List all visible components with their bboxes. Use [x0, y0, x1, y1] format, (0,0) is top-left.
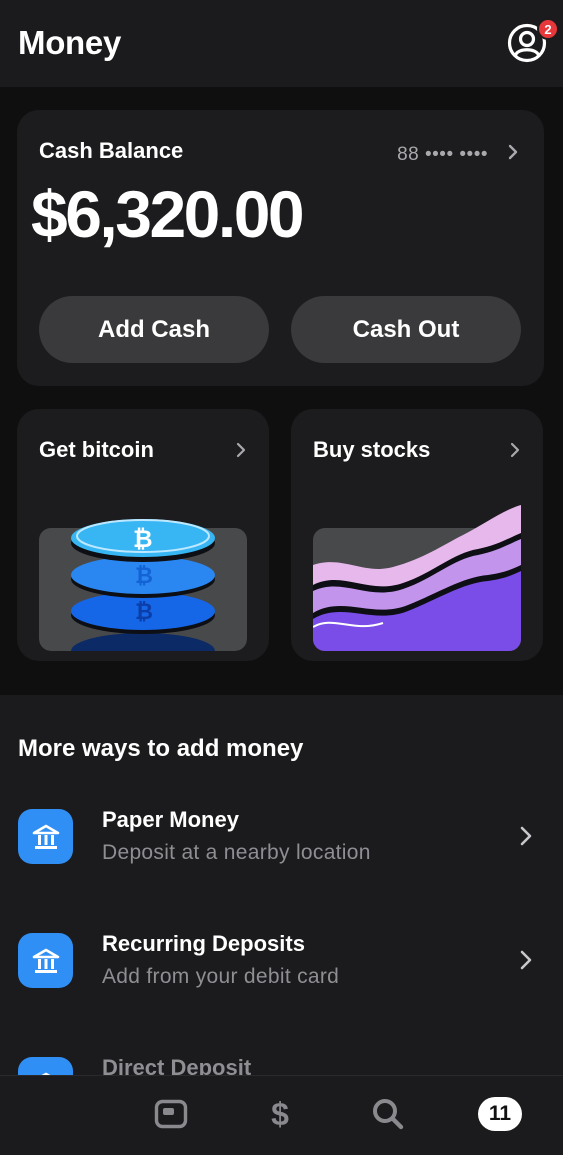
- activity-count-badge: 11: [478, 1097, 522, 1131]
- list-item-title: Recurring Deposits: [102, 931, 305, 956]
- search-icon: [373, 1099, 404, 1130]
- balance-amount: $6,320.00: [31, 177, 305, 251]
- buy-stocks-tile[interactable]: Buy stocks: [291, 409, 543, 661]
- stocks-wave-illustration: [313, 505, 521, 651]
- chevron-right-icon: [236, 442, 246, 458]
- cash-balance-label: Cash Balance: [39, 138, 184, 163]
- bitcoin-stack-illustration: ₿ ₿ ₿: [39, 505, 247, 651]
- list-item-recurring-deposits[interactable]: Recurring Deposits Add from your debit c…: [0, 919, 563, 1029]
- dollar-icon: $: [271, 1095, 289, 1132]
- tab-home[interactable]: [149, 1094, 193, 1134]
- buy-stocks-title: Buy stocks: [313, 437, 431, 462]
- bank-icon: [18, 809, 73, 864]
- notification-badge: 2: [537, 18, 559, 40]
- chevron-right-icon[interactable]: [506, 142, 520, 162]
- svg-text:₿: ₿: [133, 525, 153, 553]
- page-title: Money: [18, 24, 122, 61]
- chevron-right-icon: [520, 826, 532, 846]
- more-ways-section: More ways to add money Paper Money Depos…: [0, 695, 563, 1112]
- tab-search[interactable]: [366, 1094, 410, 1134]
- account-number: 88 •••• ••••: [397, 144, 488, 165]
- get-bitcoin-title: Get bitcoin: [39, 437, 154, 462]
- list-item-subtitle: Add from your debit card: [102, 965, 340, 988]
- svg-text:₿: ₿: [135, 600, 153, 625]
- bottom-tab-bar: $ 11: [0, 1075, 563, 1155]
- tab-activity[interactable]: 11: [477, 1094, 523, 1134]
- add-cash-button[interactable]: Add Cash: [39, 296, 269, 363]
- svg-text:₿: ₿: [135, 564, 153, 589]
- home-icon: [154, 1099, 188, 1129]
- chevron-right-icon: [510, 442, 520, 458]
- top-bar: Money 2: [0, 0, 563, 87]
- section-title: More ways to add money: [18, 735, 304, 762]
- cash-out-button[interactable]: Cash Out: [291, 296, 521, 363]
- list-item-subtitle: Deposit at a nearby location: [102, 841, 371, 864]
- cash-balance-card[interactable]: Cash Balance 88 •••• •••• $6,320.00 Add …: [17, 110, 544, 386]
- chevron-right-icon: [520, 950, 532, 970]
- list-item-paper-money[interactable]: Paper Money Deposit at a nearby location: [0, 795, 563, 905]
- tab-money[interactable]: $: [258, 1094, 302, 1134]
- get-bitcoin-tile[interactable]: Get bitcoin ₿ ₿ ₿: [17, 409, 269, 661]
- list-item-title: Paper Money: [102, 807, 239, 832]
- bank-icon: [18, 933, 73, 988]
